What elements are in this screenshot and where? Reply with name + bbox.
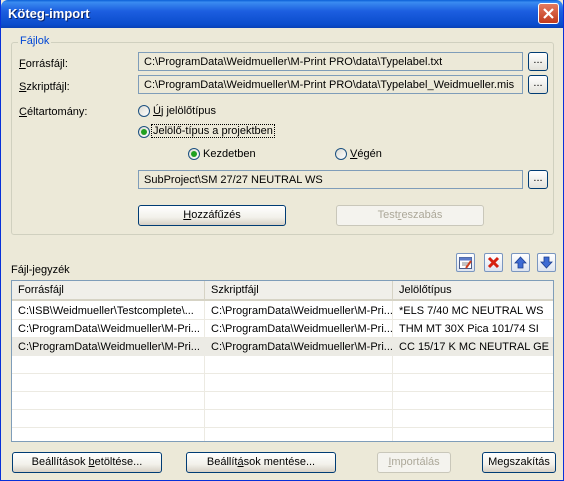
source-file-label: Forrásfájl: bbox=[19, 58, 68, 70]
close-button[interactable] bbox=[538, 3, 559, 24]
column-header-source[interactable]: Forrásfájl bbox=[12, 281, 205, 299]
delete-icon bbox=[487, 256, 500, 269]
project-path-field[interactable]: SubProject\SM 27/27 NEUTRAL WS bbox=[138, 170, 523, 189]
file-list-label: Fájl-jegyzék bbox=[11, 264, 70, 276]
grid-line bbox=[12, 427, 553, 428]
target-label: Céltartomány: bbox=[19, 106, 88, 118]
load-settings-button[interactable]: Beállítások betöltése... bbox=[12, 452, 162, 473]
move-up-icon bbox=[514, 256, 527, 269]
new-type-label[interactable]: Új jelölőtípus bbox=[153, 105, 216, 117]
cell-source: C:\ProgramData\Weidmueller\M-Pri... bbox=[18, 341, 200, 353]
grid-line bbox=[12, 373, 553, 374]
source-browse-button[interactable]: ... bbox=[528, 52, 548, 71]
source-file-field[interactable]: C:\ProgramData\Weidmueller\M-Print PRO\d… bbox=[138, 52, 523, 71]
cell-type: THM MT 30X Pica 101/74 SI bbox=[399, 323, 539, 335]
project-browse-button[interactable]: ... bbox=[528, 170, 548, 189]
table-row[interactable]: C:\ProgramData\Weidmueller\M-Pri... C:\P… bbox=[12, 320, 553, 338]
file-list[interactable]: Forrásfájl Szkriptfájl Jelölőtípus C:\IS… bbox=[11, 280, 554, 442]
grid-line bbox=[12, 391, 553, 392]
save-settings-button[interactable]: Beállítások mentése... bbox=[186, 452, 336, 473]
grid-line bbox=[12, 409, 553, 410]
position-end-label[interactable]: Végén bbox=[350, 148, 382, 160]
file-list-header: Forrásfájl Szkriptfájl Jelölőtípus bbox=[12, 281, 553, 301]
new-type-radio[interactable] bbox=[138, 105, 150, 117]
column-header-script[interactable]: Szkriptfájl bbox=[205, 281, 393, 299]
cell-source: C:\ISB\Weidmueller\Testcomplete\... bbox=[18, 305, 194, 317]
title-bar[interactable]: Köteg-import bbox=[1, 0, 563, 28]
cancel-button[interactable]: Megszakítás bbox=[482, 452, 556, 473]
window-title: Köteg-import bbox=[8, 6, 90, 21]
table-row-selected[interactable]: C:\ProgramData\Weidmueller\M-Pri... C:\P… bbox=[12, 338, 553, 356]
project-type-label[interactable]: Jelölő-típus a projektben bbox=[151, 124, 275, 138]
dialog-window: Köteg-import Fájlok Forrásfájl: C:\Progr… bbox=[0, 0, 564, 481]
delete-button[interactable] bbox=[484, 253, 503, 272]
script-browse-button[interactable]: ... bbox=[528, 75, 548, 94]
test-size-button[interactable]: Testreszabás bbox=[336, 205, 484, 226]
edit-button[interactable] bbox=[456, 253, 475, 272]
cell-script: C:\ProgramData\Weidmueller\M-Pri... bbox=[211, 323, 392, 335]
table-row[interactable]: C:\ISB\Weidmueller\Testcomplete\... C:\P… bbox=[12, 302, 553, 320]
cell-type: *ELS 7/40 MC NEUTRAL WS bbox=[399, 305, 544, 317]
column-header-type[interactable]: Jelölőtípus bbox=[393, 281, 553, 299]
append-button[interactable]: Hozzáfűzés bbox=[138, 205, 286, 226]
move-up-button[interactable] bbox=[511, 253, 530, 272]
position-begin-radio[interactable] bbox=[188, 148, 200, 160]
move-down-icon bbox=[540, 256, 553, 269]
cell-script: C:\ProgramData\Weidmueller\M-Pri... bbox=[211, 341, 392, 353]
position-end-radio[interactable] bbox=[335, 148, 347, 160]
script-file-field[interactable]: C:\ProgramData\Weidmueller\M-Print PRO\d… bbox=[138, 75, 523, 94]
cell-type: CC 15/17 K MC NEUTRAL GE bbox=[399, 341, 549, 353]
project-type-radio[interactable] bbox=[138, 126, 150, 138]
cell-script: C:\ProgramData\Weidmueller\M-Pri... bbox=[211, 305, 392, 317]
cell-source: C:\ProgramData\Weidmueller\M-Pri... bbox=[18, 323, 200, 335]
close-icon bbox=[543, 8, 554, 19]
files-group-label: Fájlok bbox=[18, 35, 52, 47]
edit-icon bbox=[459, 257, 472, 269]
move-down-button[interactable] bbox=[537, 253, 556, 272]
position-begin-label[interactable]: Kezdetben bbox=[203, 148, 256, 160]
import-button[interactable]: Importálás bbox=[377, 452, 451, 473]
script-file-label: Szkriptfájl: bbox=[19, 81, 70, 93]
